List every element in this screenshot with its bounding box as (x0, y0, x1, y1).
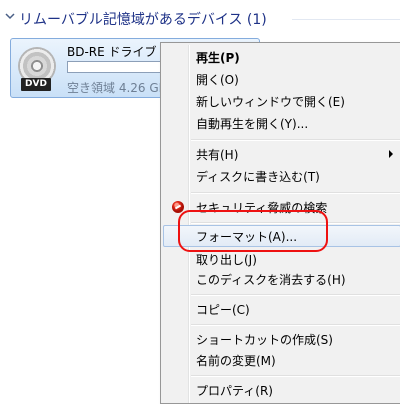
menu-separator (191, 192, 400, 194)
menu-item-copy[interactable]: コピー(C) (163, 298, 400, 320)
menu-item-erase-disc[interactable]: このディスクを消去する(H) (163, 268, 400, 290)
menu-separator (191, 222, 400, 224)
menu-item-label: 取り出し(J) (196, 253, 257, 267)
chevron-down-icon (5, 13, 15, 20)
menu-item-label: プロパティ(R) (196, 384, 273, 398)
menu-item-label: 共有(H) (196, 148, 239, 162)
menu-item-label: 再生(P) (196, 51, 240, 65)
submenu-arrow-icon (389, 150, 393, 158)
menu-separator (191, 294, 400, 296)
drive-free-space: 空き領域 4.26 GB (67, 81, 167, 95)
menu-item-share[interactable]: 共有(H) (163, 143, 400, 165)
menu-separator (191, 375, 400, 377)
menu-item-play[interactable]: 再生(P) (163, 46, 400, 68)
menu-item-label: 自動再生を開く(Y)... (196, 117, 309, 131)
menu-item-eject[interactable]: 取り出し(J) (163, 248, 400, 270)
group-title: リムーバブル記憶域があるデバイス (1) (19, 12, 267, 28)
menu-item-label: コピー(C) (196, 303, 250, 317)
menu-item-label: 名前の変更(M) (196, 354, 276, 368)
menu-item-label: 新しいウィンドウで開く(E) (196, 95, 345, 109)
menu-item-label: ディスクに書き込む(T) (196, 170, 320, 184)
drive-name: BD-RE ドライブ (67, 45, 157, 59)
menu-item-properties[interactable]: プロパティ(R) (163, 379, 400, 401)
menu-item-label: ショートカットの作成(S) (196, 333, 333, 347)
menu-item-label: このディスクを消去する(H) (196, 273, 346, 287)
menu-item-open-new-window[interactable]: 新しいウィンドウで開く(E) (163, 90, 400, 112)
menu-item-label: セキュリティ脅威の検索 (196, 201, 328, 215)
group-divider (292, 19, 400, 20)
menu-item-open-autoplay[interactable]: 自動再生を開く(Y)... (163, 112, 400, 134)
menu-separator (191, 139, 400, 141)
menu-item-security-scan[interactable]: セキュリティ脅威の検索 (163, 196, 400, 218)
menu-item-format[interactable]: フォーマット(A)... (163, 225, 400, 247)
menu-separator (191, 324, 400, 326)
security-scan-icon (172, 201, 184, 213)
menu-item-rename[interactable]: 名前の変更(M) (163, 349, 400, 371)
menu-item-label: 開く(O) (196, 73, 239, 87)
menu-item-open[interactable]: 開く(O) (163, 68, 400, 90)
context-menu: 再生(P) 開く(O) 新しいウィンドウで開く(E) 自動再生を開く(Y)...… (160, 42, 400, 404)
menu-item-create-shortcut[interactable]: ショートカットの作成(S) (163, 328, 400, 350)
menu-item-label: フォーマット(A)... (196, 230, 298, 244)
menu-item-burn-disc[interactable]: ディスクに書き込む(T) (163, 165, 400, 187)
dvd-badge: DVD (21, 78, 51, 91)
device-group-header[interactable]: リムーバブル記憶域があるデバイス (1) (0, 0, 400, 34)
